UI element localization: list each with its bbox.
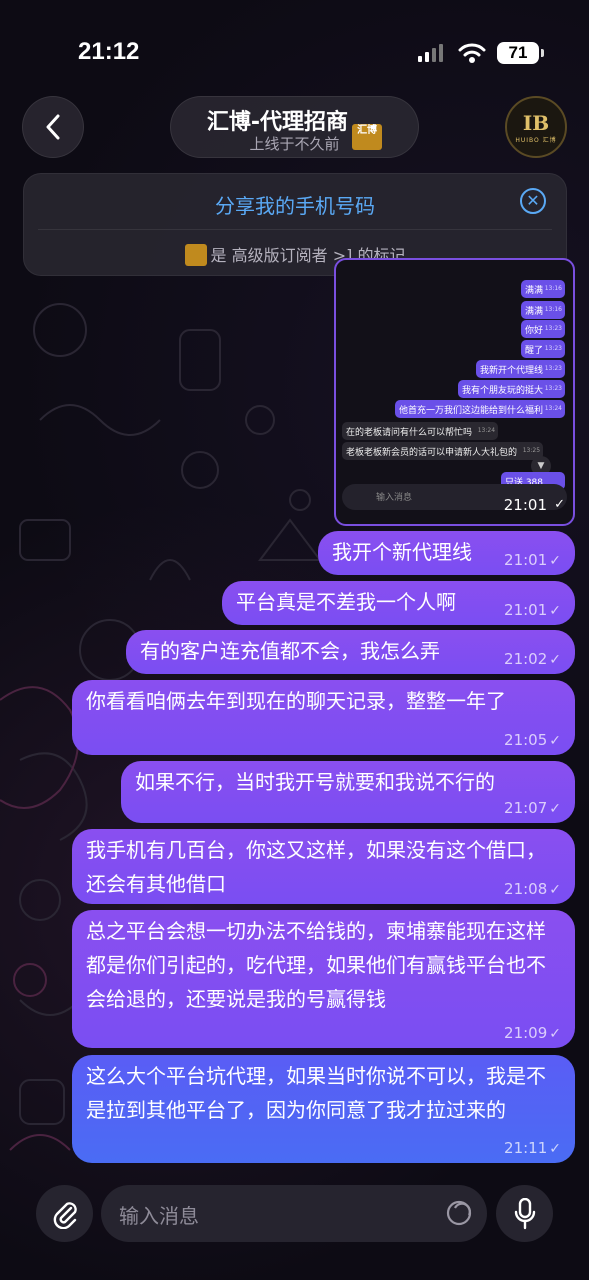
check-icon: ✓ [549,652,561,668]
chat-subtitle: 上线于不久前 [249,135,340,153]
battery-indicator: 71 [497,42,539,64]
message-meta: 21:08 ✓ [504,880,561,898]
message-text: 有的客户连充值都不会，我怎么弄 [140,639,440,663]
check-icon: ✓ [549,1141,561,1157]
message-bubble[interactable]: 总之平台会想一切办法不给钱的，柬埔寨能现在这样都是你们引起的，吃代理，如果他们有… [72,910,575,1048]
thumb-message: 我新开个代理线 13:23 [475,360,565,378]
share-phone-button[interactable]: 分享我的手机号码 [24,190,566,219]
microphone-button[interactable] [496,1185,553,1242]
signal-icon [418,44,443,62]
premium-badge-icon [184,244,207,266]
divider [38,229,552,230]
status-time: 21:12 [78,38,140,65]
message-meta: 21:07 ✓ [504,799,561,817]
chat-title-pill[interactable]: 汇博-代理招商 汇博 上线于不久前 [170,96,419,158]
check-icon: ✓ [549,801,561,817]
back-icon [46,114,60,140]
status-bar: 21:12 71 [0,0,589,90]
thumb-message: 满满 13:16 [520,280,565,298]
check-icon: ✓ [549,733,561,749]
check-icon: ✓ [549,553,561,569]
check-icon: ✓ [554,497,565,512]
close-icon[interactable]: ✕ [520,188,546,214]
message-input[interactable]: 输入消息 [101,1185,487,1242]
message-meta: 21:09 ✓ [504,1024,561,1042]
battery-tip [541,49,544,57]
thumb-message: 满满 13:16 [520,301,565,319]
attach-button[interactable] [36,1185,93,1242]
message-bubble[interactable]: 平台真是不差我一个人啊 21:01 ✓ [222,581,575,625]
message-text: 这么大个平台坑代理，如果当时你说不可以，我是不是拉到其他平台了，因为你同意了我才… [86,1064,546,1122]
wifi-icon [458,43,486,63]
message-bubble[interactable]: 我手机有几百台，你这又这样，如果没有这个借口，还会有其他借口 21:08 ✓ [72,829,575,904]
check-icon: ✓ [549,1026,561,1042]
thumb-incoming-message: 老板老板新会员的话可以申请新人大礼包的 13:25 [342,442,544,460]
avatar-letters: IB [522,110,550,135]
message-text: 总之平台会想一切办法不给钱的，柬埔寨能现在这样都是你们引起的，吃代理，如果他们有… [86,919,546,1011]
sticker-icon[interactable] [445,1199,473,1227]
message-bubble[interactable]: 这么大个平台坑代理，如果当时你说不可以，我是不是拉到其他平台了，因为你同意了我才… [72,1055,575,1163]
screenshot-image[interactable]: 满满 13:16 满满 13:16 你好 13:23 醒了 13:23 我新开个代理线 1… [334,258,575,526]
avatar-sub: HUIBO 汇博 [515,136,557,144]
message-text: 你看看咱俩去年到现在的聊天记录，整整一年了 [86,689,506,713]
paperclip-icon [53,1201,77,1229]
message-meta: 21:11 ✓ [504,1139,561,1157]
message-meta: 21:01 ✓ [504,601,561,619]
thumb-message: 他首充一万我们这边能给到什么福利 13:24 [394,400,565,418]
microphone-icon [514,1197,535,1229]
check-icon: ✓ [549,882,561,898]
thumb-incoming-message: 在的老板请问有什么可以帮忙吗 13:24 [342,422,499,440]
message-meta: 21:01 ✓ [504,551,561,569]
message-meta: 21:02 ✓ [504,650,561,668]
chat-title-text: 汇博-代理招商 [206,110,349,135]
thumb-message: 醒了 13:23 [520,340,565,358]
message-input-placeholder: 输入消息 [119,1204,199,1228]
message-bubble[interactable]: 如果不行，当时我开号就要和我说不行的 21:07 ✓ [121,761,575,823]
message-meta: 21:05 ✓ [504,731,561,749]
back-button[interactable] [22,96,84,158]
thumb-message: 你好 13:23 [520,320,565,338]
avatar[interactable]: IB HUIBO 汇博 [505,96,567,158]
message-bubble[interactable]: 我开个新代理线 21:01 ✓ [318,531,575,575]
message-text: 如果不行，当时我开号就要和我说不行的 [135,770,495,794]
check-icon: ✓ [549,603,561,619]
thumb-message: 我有个朋友玩的挺大 13:23 [457,380,565,398]
message-bubble[interactable]: 你看看咱俩去年到现在的聊天记录，整整一年了 21:05 ✓ [72,680,575,755]
message-bubble[interactable]: 有的客户连充值都不会，我怎么弄 21:02 ✓ [126,630,575,674]
message-text: 我手机有几百台，你这又这样，如果没有这个借口，还会有其他借口 [86,838,546,896]
thumb-time: 21:01 [503,496,547,514]
